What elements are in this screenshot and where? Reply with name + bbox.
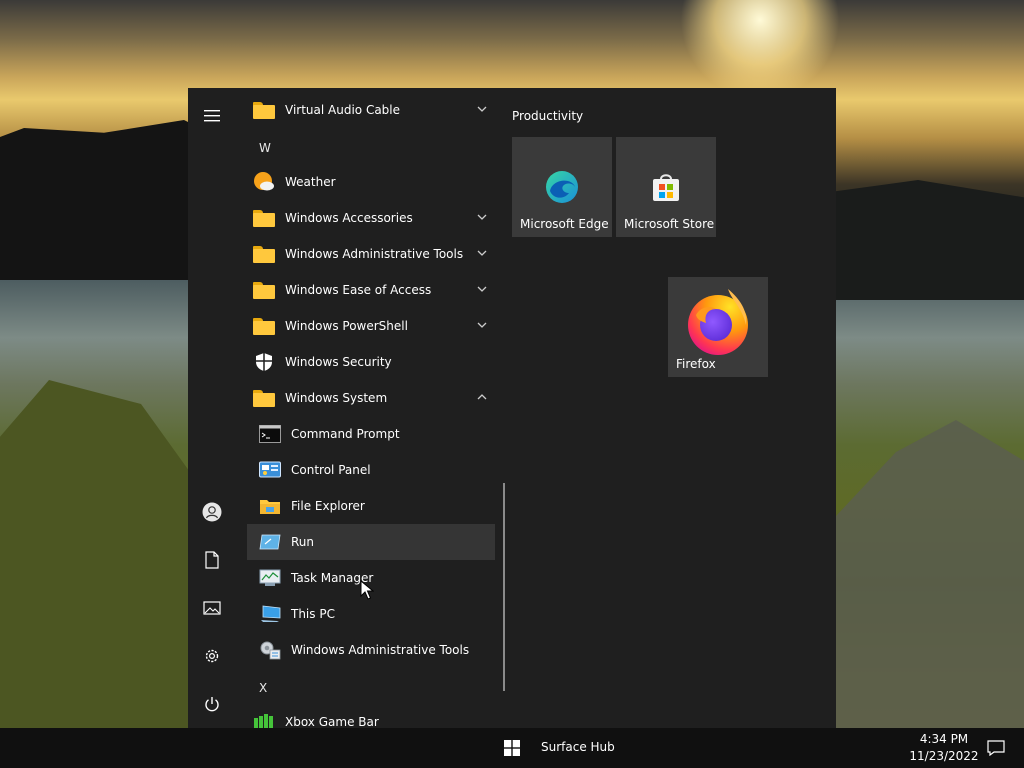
windows-logo-icon [504, 740, 520, 756]
list-item-windows-ease-of-access[interactable]: Windows Ease of Access [247, 272, 495, 308]
chevron-up-icon [477, 394, 487, 400]
app-list-scrollbar[interactable] [503, 483, 505, 691]
hamburger-button[interactable] [188, 94, 236, 138]
computer-icon [259, 603, 281, 625]
chevron-down-icon [477, 214, 487, 220]
tile-group-title[interactable]: Productivity [512, 109, 583, 123]
admin-tools-icon [259, 639, 281, 661]
store-icon [653, 174, 679, 201]
shield-icon [253, 351, 275, 373]
tile-firefox[interactable]: Firefox [668, 277, 768, 377]
list-item-file-explorer[interactable]: File Explorer [247, 488, 495, 524]
control-panel-icon [259, 459, 281, 481]
tile-label: Firefox [676, 357, 716, 371]
app-label: Virtual Audio Cable [285, 103, 401, 117]
tile-microsoft-edge[interactable]: Microsoft Edge [512, 137, 612, 237]
app-label: Run [291, 535, 315, 549]
list-item-control-panel[interactable]: Control Panel [247, 452, 495, 488]
app-label: Windows Administrative Tools [285, 247, 464, 261]
notification-icon [987, 740, 1005, 756]
folder-icon [253, 387, 275, 409]
list-item-weather[interactable]: Weather [247, 164, 495, 200]
run-icon [259, 531, 281, 553]
rock-right [836, 420, 1024, 740]
folder-icon [253, 279, 275, 301]
chevron-down-icon [477, 106, 487, 112]
app-label: Weather [285, 175, 336, 189]
list-item-windows-system[interactable]: Windows System [247, 380, 495, 416]
task-manager-icon [259, 567, 281, 589]
list-item-xbox-game-bar[interactable]: Xbox Game Bar [247, 704, 495, 728]
sun [680, 0, 840, 100]
file-explorer-icon [259, 495, 281, 517]
app-label: Windows System [285, 391, 388, 405]
weather-icon [253, 171, 275, 193]
list-item-windows-powershell[interactable]: Windows PowerShell [247, 308, 495, 344]
start-menu: Virtual Audio Cable W Weather Windows Ac… [188, 88, 836, 728]
settings-button[interactable] [188, 634, 236, 678]
app-label: Control Panel [291, 463, 371, 477]
system-clock[interactable]: 4:34 PM 11/23/2022 [900, 731, 988, 765]
app-label: File Explorer [291, 499, 365, 513]
list-item-windows-accessories[interactable]: Windows Accessories [247, 200, 495, 236]
app-label: Windows Accessories [285, 211, 413, 225]
picture-icon [203, 601, 221, 615]
letter-header-x[interactable]: X [259, 681, 267, 695]
folder-icon [253, 315, 275, 337]
xbox-game-bar-icon [253, 711, 275, 728]
clock-date: 11/23/2022 [909, 749, 979, 763]
user-icon [202, 502, 222, 522]
firefox-icon [688, 289, 748, 355]
start-button[interactable] [490, 728, 534, 768]
list-item-windows-security[interactable]: Windows Security [247, 344, 495, 380]
user-account-button[interactable] [188, 490, 236, 534]
clock-time: 4:34 PM [919, 732, 969, 746]
letter-header-w[interactable]: W [259, 141, 271, 155]
tile-label: Microsoft Store [624, 217, 715, 231]
list-item-windows-administrative-tools[interactable]: Windows Administrative Tools [247, 236, 495, 272]
app-label: Xbox Game Bar [285, 715, 379, 728]
list-item-virtual-audio-cable[interactable]: Virtual Audio Cable [247, 92, 495, 128]
folder-icon [253, 207, 275, 229]
app-label: Windows Ease of Access [285, 283, 432, 297]
document-icon [205, 551, 219, 569]
app-label: This PC [291, 607, 335, 621]
app-list: Virtual Audio Cable W Weather Windows Ac… [247, 88, 495, 728]
tile-label: Microsoft Edge [520, 217, 609, 231]
list-item-command-prompt[interactable]: Command Prompt [247, 416, 495, 452]
folder-icon [253, 243, 275, 265]
mouse-cursor-icon [360, 580, 374, 600]
power-button[interactable] [188, 682, 236, 726]
app-label: Command Prompt [291, 427, 400, 441]
chevron-down-icon [477, 250, 487, 256]
folder-icon [253, 99, 275, 121]
action-center-button[interactable] [984, 736, 1008, 760]
documents-button[interactable] [188, 538, 236, 582]
taskbar-app-label[interactable]: Surface Hub [541, 740, 615, 754]
app-label: Windows PowerShell [285, 319, 408, 333]
chevron-down-icon [477, 286, 487, 292]
list-item-run[interactable]: Run [247, 524, 495, 560]
app-label: Windows Security [285, 355, 392, 369]
gear-icon [205, 649, 219, 663]
tile-microsoft-store[interactable]: Microsoft Store [616, 137, 716, 237]
edge-icon [546, 171, 578, 203]
list-item-this-pc[interactable]: This PC [247, 596, 495, 632]
app-label: Windows Administrative Tools [291, 643, 470, 657]
start-rail [188, 88, 236, 728]
hamburger-icon [204, 110, 220, 122]
pictures-button[interactable] [188, 586, 236, 630]
hill-left [0, 380, 210, 768]
taskbar: Surface Hub 4:34 PM 11/23/2022 [0, 728, 1024, 768]
power-icon [205, 697, 219, 712]
command-prompt-icon [259, 423, 281, 445]
mountain-right [830, 180, 1024, 300]
chevron-down-icon [477, 322, 487, 328]
list-item-windows-administrative-tools-sub[interactable]: Windows Administrative Tools [247, 632, 495, 668]
